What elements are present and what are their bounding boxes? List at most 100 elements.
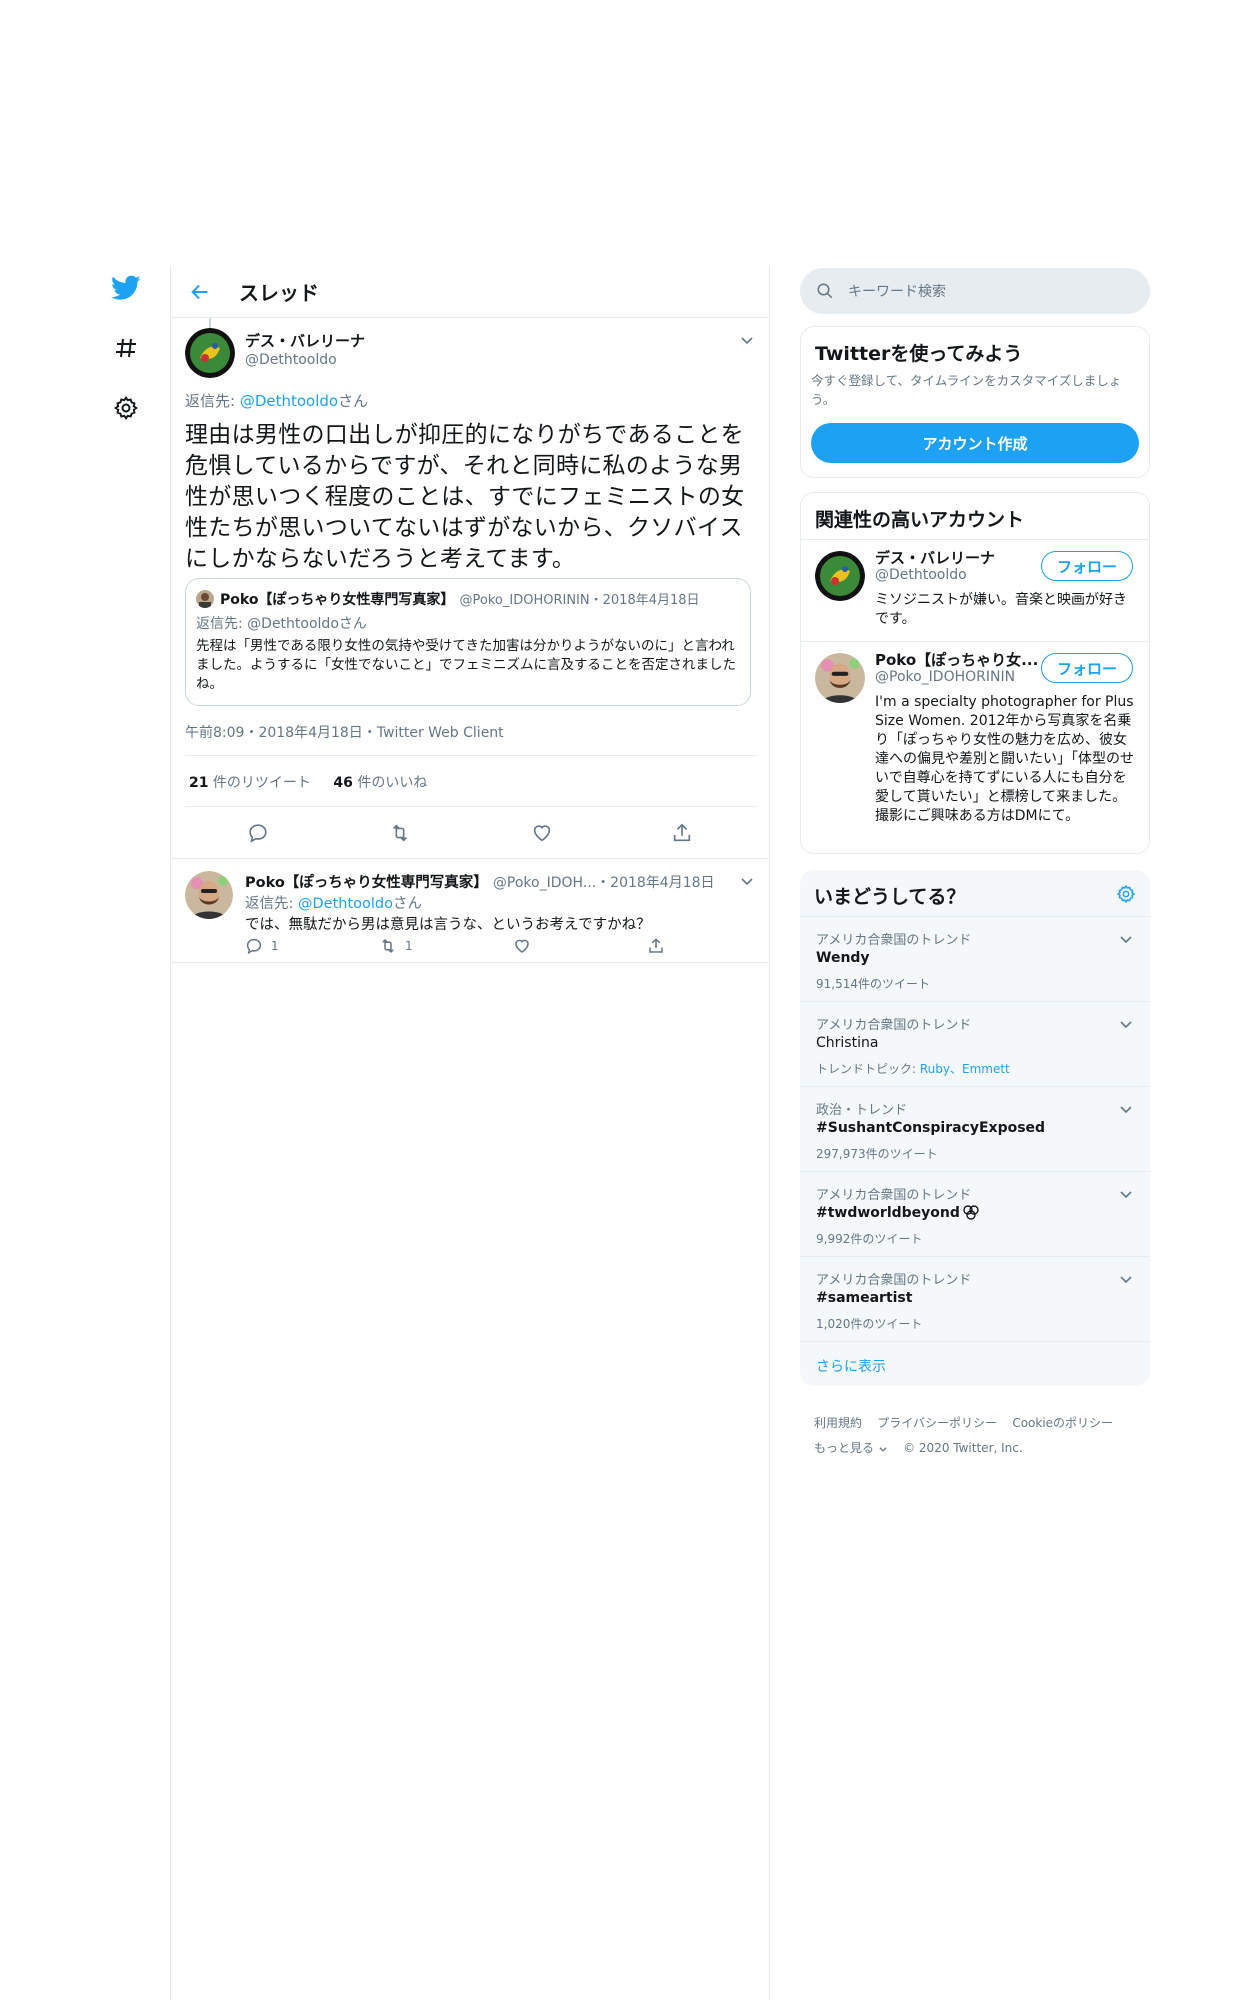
reply-header: Poko【ぽっちゃり女性専門写真家】 @Poko_IDOH...・2018年4月… [245,871,715,892]
trend-name: #twdworldbeyond [816,1205,960,1221]
avatar[interactable] [185,328,235,378]
trend-count: 91,514件のツイート [816,977,930,991]
gear-icon[interactable] [1116,884,1136,904]
retweet-stat[interactable]: 21 件のリツイート [189,775,311,791]
reply-to-link[interactable]: @Dethtooldo [298,896,393,912]
related-accounts-card: 関連性の高いアカウント デス・バレリーナ @Dethtooldo フォロー ミソ… [800,492,1150,854]
footer-privacy-link[interactable]: プライバシーポリシー [877,1416,997,1430]
reply-suffix: さん [393,896,422,912]
trend-item[interactable]: アメリカ合衆国のトレンド #twdworldbeyond 9,992件のツイート [800,1171,1150,1256]
thread-header: スレッド [171,266,769,318]
trend-item[interactable]: アメリカ合衆国のトレンド #sameartist 1,020件のツイート [800,1256,1150,1341]
chevron-down-icon [879,1446,887,1452]
chevron-down-icon[interactable] [1118,1101,1134,1117]
share-icon[interactable] [647,937,665,955]
signup-card: Twitterを使ってみよう 今すぐ登録して、タイムラインをカスタマイズしましょ… [800,326,1150,478]
trend-name: Wendy [816,950,870,966]
tweet-text: 理由は男性の口出しが抑圧的になりがちであることを危惧しているからですが、それと同… [185,422,745,572]
reply-to-link[interactable]: @Dethtooldo [240,392,338,410]
reply-author-handle[interactable]: @Poko_IDOH... [493,875,596,891]
trend-item[interactable]: アメリカ合衆国のトレンド Wendy 91,514件のツイート [800,916,1150,1001]
tweet-author-name[interactable]: デス・バレリーナ [245,330,365,351]
chevron-down-icon[interactable] [739,332,755,348]
heart-icon[interactable] [531,822,553,844]
follow-button[interactable]: フォロー [1041,551,1133,581]
reply-icon [246,938,262,955]
tweet-author-handle[interactable]: @Dethtooldo [245,352,337,368]
trend-count: 297,973件のツイート [816,1147,938,1161]
quoted-tweet[interactable]: Poko【ぽっちゃり女性専門写真家】 @Poko_IDOHORININ・2018… [185,578,751,706]
tweet-stats: 21 件のリツイート 46 件のいいね [189,772,427,792]
avatar[interactable] [815,551,865,601]
search-placeholder: キーワード検索 [848,284,946,300]
quote-text: 先程は「男性である限り女性の気持や受けてきた加害は分かりようがないのに」と言われ… [196,638,736,692]
reply-prefix: 返信先: [185,392,240,410]
account-bio: ミソジニストが嫌い。音楽と映画が好きです。 [875,592,1127,627]
related-title: 関連性の高いアカウント [815,509,1025,531]
reply-date[interactable]: ・2018年4月18日 [596,875,714,891]
twitter-bird-icon[interactable] [110,272,142,304]
heart-icon[interactable] [513,937,531,955]
quote-date: ・2018年4月18日 [589,593,700,608]
avatar[interactable] [185,871,233,919]
retweet-icon[interactable] [389,822,411,844]
avatar[interactable] [815,653,865,703]
trend-name: #sameartist [816,1290,913,1306]
create-account-button[interactable]: アカウント作成 [811,423,1139,463]
reply-tweet[interactable]: Poko【ぽっちゃり女性専門写真家】 @Poko_IDOH...・2018年4月… [171,859,769,963]
footer-more-link[interactable]: もっと見る [814,1441,888,1455]
trend-name: Christina [816,1035,879,1051]
trends-card: いまどうしてる？ アメリカ合衆国のトレンド Wendy 91,514件のツイート… [800,870,1150,1386]
quote-reply-line: 返信先: @Dethtooldoさん [196,616,367,632]
trend-name: #SushantConspiracyExposed [816,1120,1046,1136]
related-account-item[interactable]: デス・バレリーナ @Dethtooldo フォロー ミソジニストが嫌い。音楽と映… [801,539,1149,641]
trend-item[interactable]: アメリカ合衆国のトレンド Christina トレンドトピック: Ruby、Em… [800,1001,1150,1086]
reply-text: では、無駄だから男は意見は言うな、というお考えですかね？ [245,917,651,933]
back-arrow-icon[interactable] [189,281,211,303]
emoji-icon [962,1205,980,1221]
retweet-icon [382,938,394,954]
reply-action[interactable]: 1 [245,937,279,955]
account-handle[interactable]: @Dethtooldo [875,567,967,583]
quote-author-name: Poko【ぽっちゃり女性専門写真家】 [220,592,455,608]
divider [185,755,757,756]
retweet-action[interactable]: 1 [379,937,413,955]
trends-title: いまどうしてる？ [814,886,966,908]
chevron-down-icon[interactable] [739,873,755,889]
reply-icon[interactable] [247,822,269,844]
search-input[interactable]: キーワード検索 [800,268,1150,314]
show-more-row[interactable]: さらに表示 [800,1341,1150,1386]
account-handle[interactable]: @Poko_IDOHORININ [875,669,1015,685]
trend-item[interactable]: 政治・トレンド #SushantConspiracyExposed 297,97… [800,1086,1150,1171]
hashtag-icon[interactable] [110,332,142,364]
gear-icon[interactable] [110,392,142,424]
footer-cookie-link[interactable]: Cookieのポリシー [1012,1416,1113,1430]
trend-meta: アメリカ合衆国のトレンド [816,1018,972,1033]
reply-to-line: 返信先: @Dethtooldoさん [245,892,422,913]
trend-count: 9,992件のツイート [816,1232,923,1246]
account-name[interactable]: Poko【ぽっちゃり女... [875,649,1038,670]
tweet-timestamp[interactable]: 午前8:09・2018年4月18日・Twitter Web Client [185,722,504,742]
follow-button[interactable]: フォロー [1041,653,1133,683]
trend-meta: アメリカ合衆国のトレンド [816,1273,972,1288]
footer-terms-link[interactable]: 利用規約 [814,1416,862,1430]
account-bio: I'm a specialty photographer for Plus Si… [875,694,1134,824]
chevron-down-icon[interactable] [1118,931,1134,947]
avatar [196,590,214,608]
related-account-item[interactable]: Poko【ぽっちゃり女... @Poko_IDOHORININ フォロー I'm… [801,641,1149,853]
reply-count: 1 [271,939,279,953]
thread-column: スレッド デス・バレリーナ @Dethtooldo 返信先: @Dethtool… [170,266,770,2000]
reply-author-name[interactable]: Poko【ぽっちゃり女性専門写真家】 [245,875,488,891]
account-name[interactable]: デス・バレリーナ [875,547,995,568]
like-stat[interactable]: 46 件のいいね [333,775,427,791]
chevron-down-icon[interactable] [1118,1186,1134,1202]
trend-topic-links[interactable]: Ruby、Emmett [920,1062,1010,1076]
quote-header: Poko【ぽっちゃり女性専門写真家】 @Poko_IDOHORININ・2018… [220,589,700,609]
page-title: スレッド [239,281,319,305]
show-more-link[interactable]: さらに表示 [816,1356,886,1376]
trend-meta: アメリカ合衆国のトレンド [816,933,972,948]
share-icon[interactable] [671,822,693,844]
chevron-down-icon[interactable] [1118,1016,1134,1032]
chevron-down-icon[interactable] [1118,1271,1134,1287]
search-icon [816,282,834,300]
